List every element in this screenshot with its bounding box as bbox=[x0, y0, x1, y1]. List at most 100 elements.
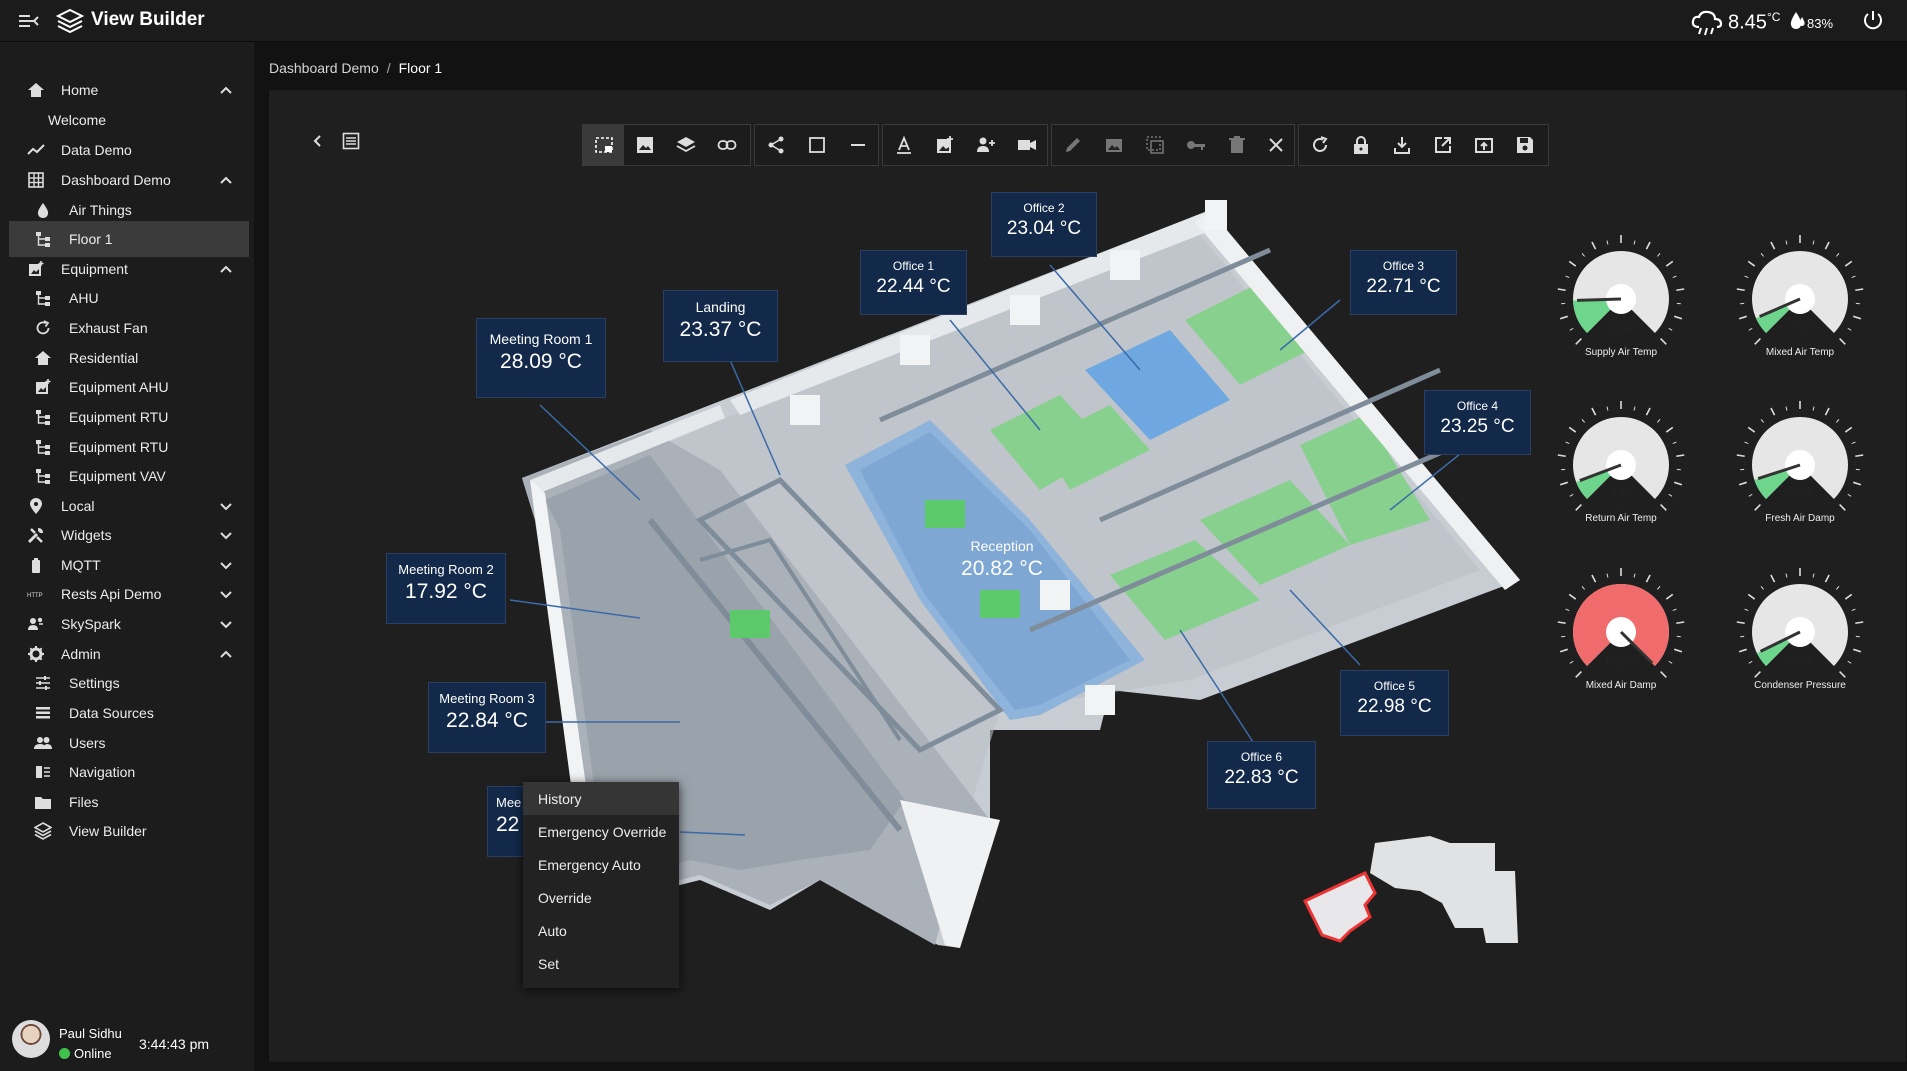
breadcrumb-current: Floor 1 bbox=[398, 60, 443, 76]
room-label-meeting-room-3[interactable]: Meeting Room 3 22.84 °C bbox=[428, 682, 546, 753]
chevron-down-icon[interactable] bbox=[219, 617, 233, 631]
external-link-icon bbox=[1435, 137, 1451, 153]
chevron-up-icon[interactable] bbox=[219, 647, 233, 661]
open-external-button[interactable] bbox=[1422, 125, 1463, 165]
chevron-down-icon[interactable] bbox=[219, 499, 233, 513]
sidebar-item-label: Welcome bbox=[48, 112, 107, 128]
cloud-rain-icon bbox=[1691, 10, 1723, 36]
sidebar-item-label: Files bbox=[69, 794, 99, 810]
chevron-down-icon[interactable] bbox=[219, 528, 233, 542]
line-button[interactable] bbox=[837, 125, 878, 165]
app-title: View Builder bbox=[91, 9, 205, 30]
sidebar-item-label: Data Demo bbox=[61, 142, 132, 158]
camera-button[interactable] bbox=[1006, 125, 1047, 165]
room-label-meeting-room-2[interactable]: Meeting Room 2 17.92 °C bbox=[386, 553, 506, 624]
key-button[interactable] bbox=[1175, 125, 1216, 165]
breadcrumb-separator: / bbox=[386, 60, 391, 76]
tree-icon bbox=[36, 440, 50, 455]
delete-button[interactable] bbox=[1216, 125, 1257, 165]
add-image-button[interactable] bbox=[924, 125, 965, 165]
list-view-icon[interactable] bbox=[342, 132, 360, 150]
mini-map[interactable] bbox=[1300, 833, 1552, 948]
gauge-unit: °C bbox=[1616, 500, 1626, 509]
toolbar-group-edit bbox=[1051, 124, 1295, 166]
layers-logo-icon bbox=[56, 8, 84, 34]
insert-image-button[interactable] bbox=[624, 125, 665, 165]
room-label-landing[interactable]: Landing 23.37 °C bbox=[663, 290, 778, 362]
chevron-up-icon[interactable] bbox=[219, 262, 233, 276]
sidebar-item-label: SkySpark bbox=[61, 616, 121, 632]
gauge-value: 16.10 bbox=[1607, 321, 1635, 333]
context-menu-item-auto[interactable]: Auto bbox=[523, 914, 679, 947]
chevron-down-icon[interactable] bbox=[219, 558, 233, 572]
sidebar-item-label: Widgets bbox=[61, 527, 112, 543]
menu-collapse-icon[interactable] bbox=[18, 11, 40, 31]
gauge-title: Condenser Pressure bbox=[1754, 680, 1846, 691]
add-image-icon bbox=[937, 136, 953, 153]
chart-line-icon bbox=[27, 144, 45, 155]
avatar[interactable] bbox=[12, 1020, 50, 1058]
room-label-office-1[interactable]: Office 1 22.44 °C bbox=[860, 250, 967, 315]
sidebar-item-label: Floor 1 bbox=[69, 231, 113, 247]
group-button[interactable] bbox=[1134, 125, 1175, 165]
back-chevron-icon[interactable] bbox=[311, 134, 325, 148]
weather-temperature: 8.45°C bbox=[1728, 10, 1781, 34]
edit-button[interactable] bbox=[1052, 125, 1093, 165]
power-icon[interactable] bbox=[1862, 9, 1884, 31]
chevron-up-icon[interactable] bbox=[219, 173, 233, 187]
sidebar-item-label: Home bbox=[61, 82, 99, 98]
gauge-unit: °C bbox=[1616, 334, 1626, 343]
replace-image-button[interactable] bbox=[1093, 125, 1134, 165]
lock-button[interactable] bbox=[1340, 125, 1381, 165]
tools-icon bbox=[27, 528, 43, 544]
sidebar-item-label: Equipment RTU bbox=[69, 409, 169, 425]
sidebar-item-label: Equipment RTU bbox=[69, 439, 169, 455]
share-icon bbox=[768, 136, 784, 154]
select-area-button[interactable] bbox=[583, 125, 624, 165]
gauge-title: Fresh Air Damp bbox=[1765, 513, 1835, 524]
editor-toolbar bbox=[582, 124, 1562, 166]
battery-icon bbox=[32, 558, 40, 573]
sidebar-item-label: View Builder bbox=[69, 823, 147, 839]
pencil-icon bbox=[1066, 138, 1080, 152]
room-label-office-3[interactable]: Office 3 22.71 °C bbox=[1350, 250, 1457, 315]
add-user-button[interactable] bbox=[965, 125, 1006, 165]
share-button[interactable] bbox=[755, 125, 796, 165]
link-button[interactable] bbox=[706, 125, 747, 165]
refresh-button[interactable] bbox=[1299, 125, 1340, 165]
context-menu-item-emergency-override[interactable]: Emergency Override bbox=[523, 815, 679, 848]
room-label-office-4[interactable]: Office 4 23.25 °C bbox=[1424, 390, 1531, 455]
save-button[interactable] bbox=[1504, 125, 1545, 165]
upload-button[interactable] bbox=[1463, 125, 1504, 165]
text-icon bbox=[897, 135, 911, 154]
breadcrumb-parent[interactable]: Dashboard Demo bbox=[269, 60, 379, 76]
refresh-icon bbox=[36, 320, 50, 335]
room-label-office-2[interactable]: Office 2 23.04 °C bbox=[991, 192, 1097, 257]
context-menu-item-override[interactable]: Override bbox=[523, 881, 679, 914]
trash-icon bbox=[1229, 136, 1245, 153]
key-icon bbox=[1187, 141, 1205, 150]
context-menu-item-emergency-auto[interactable]: Emergency Auto bbox=[523, 848, 679, 881]
sidebar-item-label: Data Sources bbox=[69, 705, 154, 721]
close-button[interactable] bbox=[1255, 125, 1296, 165]
room-label-office-6[interactable]: Office 6 22.83 °C bbox=[1207, 741, 1316, 809]
sidebar-item-view-builder[interactable]: View Builder bbox=[0, 813, 254, 849]
chevron-down-icon[interactable] bbox=[219, 587, 233, 601]
tree-icon bbox=[36, 469, 50, 484]
save-icon bbox=[1517, 137, 1533, 153]
room-label-meeting-room-1[interactable]: Meeting Room 1 28.09 °C bbox=[476, 318, 606, 398]
download-button[interactable] bbox=[1381, 125, 1422, 165]
gear-icon bbox=[28, 646, 44, 662]
toolbar-group-shapes bbox=[754, 124, 879, 166]
add-user-icon bbox=[977, 137, 995, 152]
chevron-up-icon[interactable] bbox=[219, 83, 233, 97]
room-label-office-5[interactable]: Office 5 22.98 °C bbox=[1340, 670, 1449, 736]
rectangle-button[interactable] bbox=[796, 125, 837, 165]
layers-button[interactable] bbox=[665, 125, 706, 165]
context-menu-item-history[interactable]: History bbox=[523, 782, 679, 815]
user-name: Paul Sidhu bbox=[59, 1026, 122, 1041]
text-button[interactable] bbox=[883, 125, 924, 165]
context-menu-item-set[interactable]: Set bbox=[523, 947, 679, 980]
room-label-reception[interactable]: Reception 20.82 °C bbox=[952, 530, 1052, 590]
folder-icon bbox=[35, 797, 51, 809]
